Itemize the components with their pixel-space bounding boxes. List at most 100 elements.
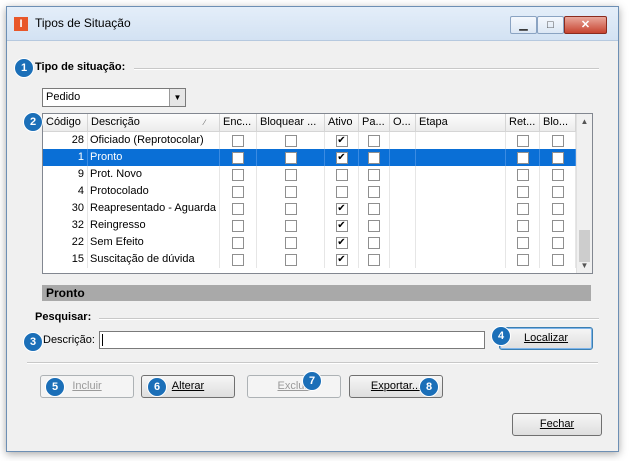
col-etapa-header[interactable]: Etapa <box>416 114 506 131</box>
checkbox[interactable] <box>516 220 529 232</box>
checkbox[interactable] <box>368 237 380 249</box>
table-row[interactable]: 32 Reingresso ✔ <box>43 217 576 234</box>
col-codigo-header[interactable]: Código <box>43 114 88 131</box>
checkbox[interactable] <box>284 237 297 249</box>
checkbox[interactable] <box>551 203 564 215</box>
checkbox[interactable] <box>284 135 297 147</box>
minimize-button[interactable]: ▁ <box>510 16 537 34</box>
callout-badge-4: 4 <box>491 326 511 346</box>
checkmark-icon[interactable]: ✔ <box>335 254 348 266</box>
table-row[interactable]: 1 Pronto ✔ <box>43 149 576 166</box>
checkbox[interactable] <box>284 220 297 232</box>
col-blo-header[interactable]: Blo... <box>540 114 576 131</box>
col-pa-header[interactable]: Pa... <box>359 114 390 131</box>
cell-o <box>390 166 416 183</box>
table-row[interactable]: 4 Protocolado <box>43 183 576 200</box>
cell-o <box>390 132 416 149</box>
checkbox[interactable] <box>232 203 244 215</box>
cell-ret <box>506 200 540 217</box>
col-encerra-header[interactable]: Enc... <box>220 114 257 131</box>
checkbox[interactable] <box>368 169 380 181</box>
checkbox[interactable] <box>551 220 564 232</box>
table-row[interactable]: 28 Oficiado (Reprotocolar) ✔ <box>43 132 576 149</box>
scroll-up-icon[interactable]: ▲ <box>577 114 592 129</box>
fechar-button[interactable]: Fechar <box>512 413 602 436</box>
checkbox[interactable] <box>335 186 348 198</box>
checkbox[interactable] <box>284 254 297 266</box>
checkbox[interactable] <box>516 152 529 164</box>
maximize-button[interactable]: □ <box>537 16 564 34</box>
cell-blo <box>540 200 576 217</box>
checkbox[interactable] <box>551 135 564 147</box>
cell-codigo: 9 <box>43 166 88 183</box>
cell-o <box>390 183 416 200</box>
app-icon: I <box>14 17 28 31</box>
checkbox[interactable] <box>368 203 380 215</box>
checkbox[interactable] <box>516 203 529 215</box>
checkbox[interactable] <box>368 135 380 147</box>
maximize-icon: □ <box>547 19 554 31</box>
localizar-button[interactable]: Localizar <box>499 327 593 350</box>
checkbox[interactable] <box>232 220 244 232</box>
checkmark-icon[interactable]: ✔ <box>335 220 348 232</box>
checkmark-icon[interactable]: ✔ <box>335 152 348 164</box>
checkmark-icon[interactable]: ✔ <box>335 135 348 147</box>
checkbox[interactable] <box>516 237 529 249</box>
table-row[interactable]: 30 Reapresentado - Aguarda ✔ <box>43 200 576 217</box>
cell-descricao: Prot. Novo <box>88 166 220 183</box>
checkbox[interactable] <box>368 254 380 266</box>
cell-etapa <box>416 183 506 200</box>
checkbox[interactable] <box>516 169 529 181</box>
col-ret-header[interactable]: Ret... <box>506 114 540 131</box>
excluir-button[interactable]: Excluir <box>247 375 341 398</box>
checkbox[interactable] <box>516 254 529 266</box>
col-descricao-header[interactable]: Descrição <box>88 114 220 131</box>
checkbox[interactable] <box>516 135 529 147</box>
vertical-scrollbar[interactable]: ▲ ▼ <box>576 114 592 273</box>
tipo-situacao-label: Tipo de situação: <box>35 61 126 73</box>
checkbox[interactable] <box>284 203 297 215</box>
checkbox[interactable] <box>368 186 380 198</box>
cell-descricao: Pronto <box>88 149 220 166</box>
checkmark-icon[interactable]: ✔ <box>335 237 348 249</box>
checkbox[interactable] <box>551 254 564 266</box>
situacao-grid[interactable]: Código Descrição Enc... Bloquear ... Ativo Pa… <box>42 113 593 274</box>
checkbox[interactable] <box>232 237 244 249</box>
checkbox[interactable] <box>232 254 244 266</box>
col-ativo-header[interactable]: Ativo <box>325 114 359 131</box>
cell-bloquear <box>257 149 325 166</box>
checkbox[interactable] <box>368 152 380 164</box>
checkbox[interactable] <box>232 135 244 147</box>
checkbox[interactable] <box>232 186 244 198</box>
tipo-situacao-select[interactable]: Pedido ▼ <box>42 88 186 107</box>
cell-descricao: Oficiado (Reprotocolar) <box>88 132 220 149</box>
checkbox[interactable] <box>335 169 348 181</box>
cell-descricao: Protocolado <box>88 183 220 200</box>
checkbox[interactable] <box>551 186 564 198</box>
checkbox[interactable] <box>551 169 564 181</box>
cell-bloquear <box>257 183 325 200</box>
chevron-down-icon[interactable]: ▼ <box>169 89 185 106</box>
checkbox[interactable] <box>284 169 297 181</box>
col-bloquear-header[interactable]: Bloquear ... <box>257 114 325 131</box>
cell-ret <box>506 234 540 251</box>
descricao-search-input[interactable] <box>99 331 485 349</box>
table-row[interactable]: 15 Suscitação de dúvida ✔ <box>43 251 576 268</box>
scroll-down-icon[interactable]: ▼ <box>577 258 592 273</box>
checkbox[interactable] <box>551 152 564 164</box>
checkbox[interactable] <box>284 186 297 198</box>
checkbox[interactable] <box>232 152 244 164</box>
close-button[interactable]: ✕ <box>564 16 607 34</box>
cell-encerra <box>220 132 257 149</box>
checkbox[interactable] <box>516 186 529 198</box>
table-row[interactable]: 22 Sem Efeito ✔ <box>43 234 576 251</box>
checkbox[interactable] <box>284 152 297 164</box>
checkbox[interactable] <box>368 220 380 232</box>
col-o-header[interactable]: O... <box>390 114 416 131</box>
title-bar[interactable]: I Tipos de Situação ▁ □ ✕ <box>7 7 618 41</box>
checkbox[interactable] <box>551 237 564 249</box>
cell-bloquear <box>257 217 325 234</box>
table-row[interactable]: 9 Prot. Novo <box>43 166 576 183</box>
checkbox[interactable] <box>232 169 244 181</box>
checkmark-icon[interactable]: ✔ <box>335 203 348 215</box>
